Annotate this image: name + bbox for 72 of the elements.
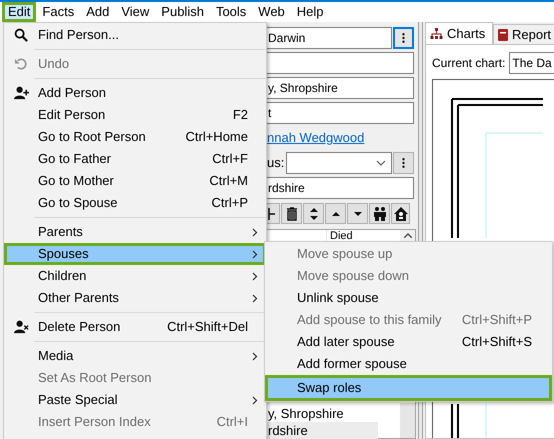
undo-icon — [14, 56, 28, 72]
toolbar-button[interactable] — [369, 203, 390, 224]
menu-item[interactable]: Swap roles — [265, 375, 552, 401]
table-cell[interactable]: y, Shropshire — [263, 405, 400, 422]
down-triangle-icon — [354, 212, 362, 216]
more-icon — [402, 32, 405, 44]
toolbar-button[interactable] — [303, 203, 324, 224]
menu-item[interactable]: Media — [4, 345, 266, 367]
delete-person-icon — [14, 320, 28, 334]
shortcut-text: Ctrl+Home — [186, 128, 249, 146]
tab[interactable]: Report — [493, 24, 554, 44]
chevron-right-icon — [252, 396, 258, 404]
shortcut-text: Ctrl+Shift+P — [462, 311, 532, 330]
shortcut-text: Ctrl+F — [212, 150, 249, 168]
menu-bar-item[interactable]: Web — [252, 2, 291, 22]
menu-item[interactable]: Children — [4, 265, 266, 287]
more-icon — [402, 157, 405, 169]
field-label: us: — [266, 154, 286, 172]
status-dropdown[interactable] — [286, 152, 392, 174]
menu-item[interactable]: Go to Root Person Ctrl+Home — [4, 126, 266, 148]
chevron-right-icon — [252, 228, 258, 236]
menu-item[interactable]: Add former spouse — [265, 353, 552, 375]
plus-icon — [268, 208, 274, 220]
trash-icon — [286, 206, 298, 220]
toolbar-button[interactable] — [391, 203, 410, 224]
scrollbar-track[interactable] — [400, 403, 415, 438]
more-options-button[interactable] — [393, 152, 414, 174]
scroll-up-icon — [404, 233, 412, 239]
scroll-up-button[interactable] — [400, 230, 415, 241]
menu-item[interactable]: Add later spouse Ctrl+Shift+S — [265, 331, 552, 353]
more-options-button[interactable] — [393, 27, 414, 49]
menu-item[interactable]: Go to Father Ctrl+F — [4, 148, 266, 170]
up-down-arrows-icon — [310, 208, 318, 220]
chart-dropdown[interactable]: The Da — [509, 52, 554, 74]
menu-bar-item[interactable]: Tools — [210, 2, 252, 22]
chevron-right-icon — [252, 272, 258, 280]
org-chart-icon — [430, 28, 443, 40]
shortcut-text: F2 — [232, 106, 249, 124]
shortcut-text: Ctrl+I — [216, 413, 249, 432]
chart-frame-drawing — [451, 404, 487, 438]
column-header[interactable]: Died — [327, 230, 353, 241]
menu-bar-item[interactable]: Publish — [155, 2, 210, 22]
shortcut-text: Ctrl+Shift+S — [462, 333, 532, 352]
menu-bar-item[interactable]: Facts — [36, 2, 80, 22]
shortcut-text: Ctrl+M — [209, 172, 249, 190]
toolbar-button[interactable] — [281, 203, 302, 224]
menu-item[interactable]: Unlink spouse — [265, 287, 552, 309]
shortcut-text: Ctrl+Shift+Del — [167, 318, 249, 336]
menu-item[interactable]: Spouses — [4, 243, 266, 265]
chevron-down-icon — [376, 160, 386, 166]
menu-bar-item[interactable]: View — [115, 2, 156, 22]
toolbar-button[interactable] — [325, 203, 346, 224]
menu-item[interactable]: Delete Person Ctrl+Shift+Del — [4, 316, 266, 338]
chevron-right-icon — [252, 352, 258, 360]
chevron-right-icon — [252, 250, 258, 258]
menu-item[interactable]: Other Parents — [4, 287, 266, 309]
menu-bar-item[interactable]: Edit — [2, 2, 36, 22]
chevron-right-icon — [252, 294, 258, 302]
menu-item[interactable]: Parents — [4, 221, 266, 243]
people-icon — [374, 206, 386, 220]
search-icon — [14, 28, 28, 42]
up-triangle-icon — [332, 212, 340, 216]
menu-item[interactable]: Paste Special — [4, 389, 266, 411]
menu-bar-item[interactable]: Help — [290, 2, 330, 22]
menu-bar-item[interactable]: Add — [80, 2, 116, 22]
house-icon — [394, 206, 408, 220]
book-icon — [498, 28, 508, 40]
field-label: Current chart: — [432, 55, 506, 72]
add-person-icon — [14, 86, 28, 100]
toolbar-button[interactable] — [347, 203, 368, 224]
shortcut-text: Ctrl+P — [212, 194, 249, 212]
tab[interactable]: Charts — [425, 22, 493, 44]
